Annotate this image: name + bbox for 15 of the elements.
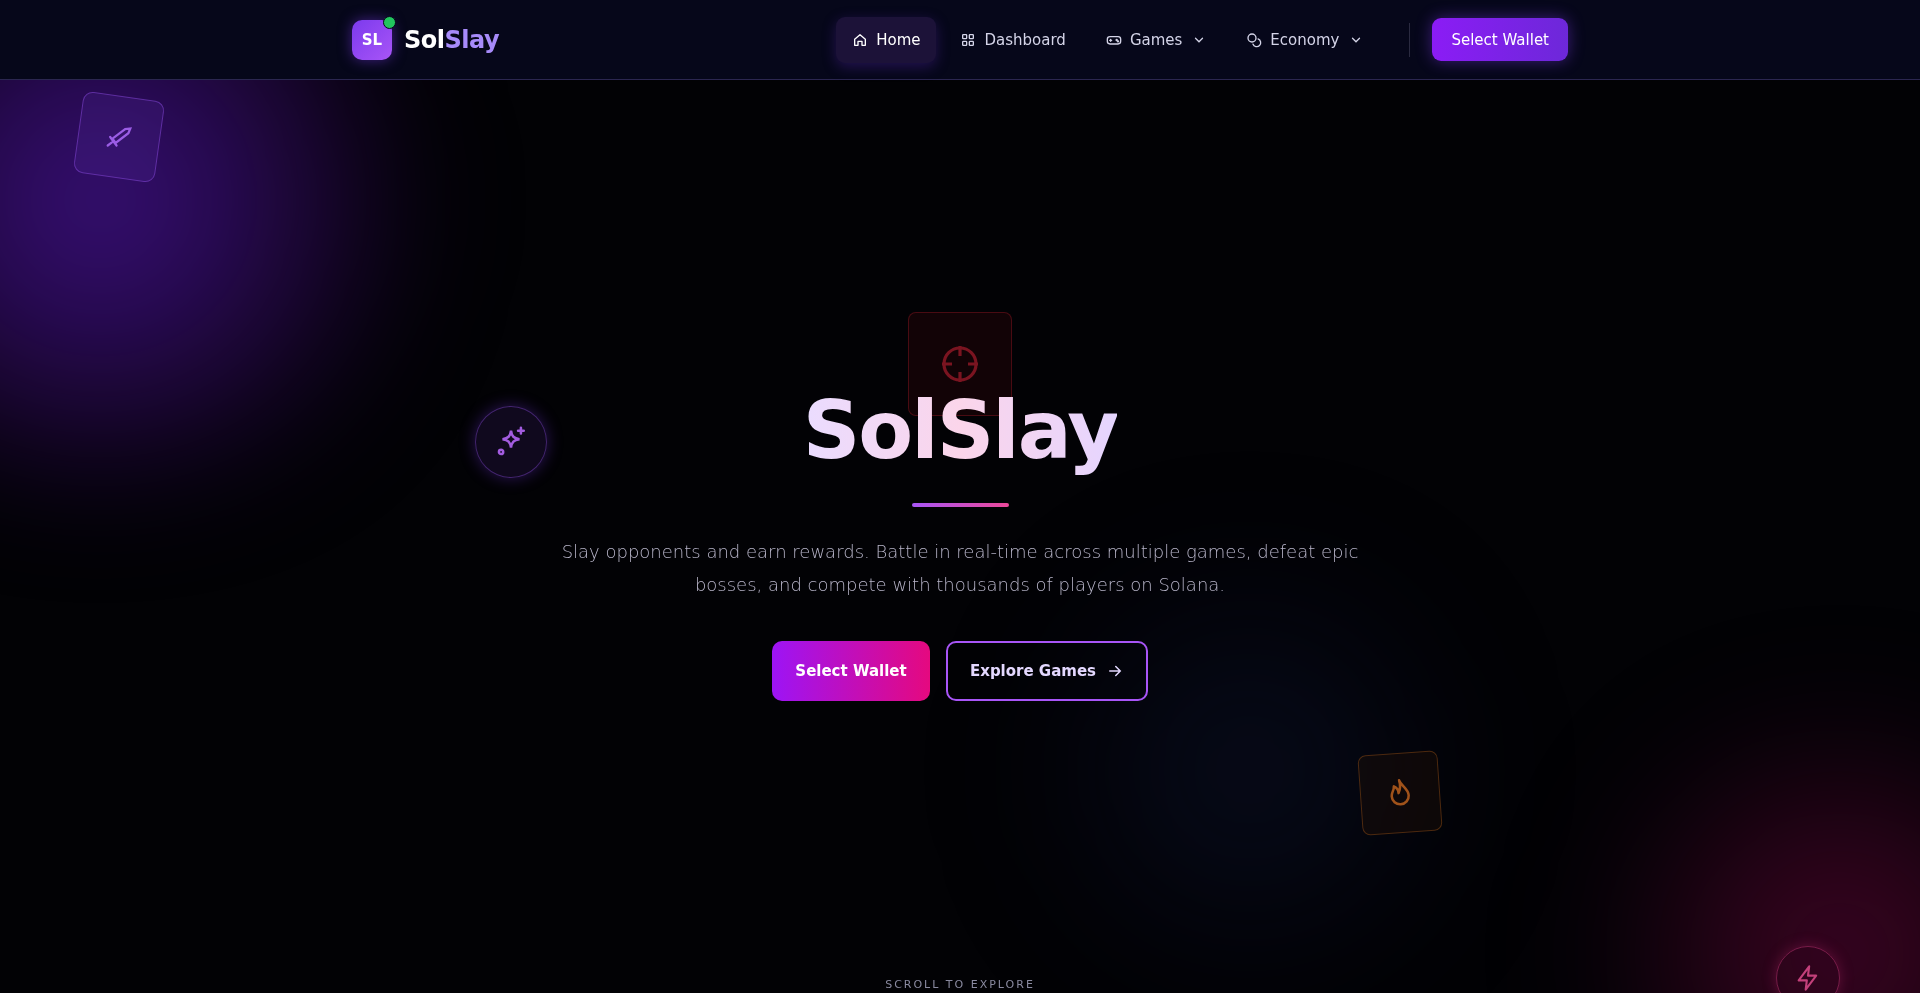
hero-subtitle: Slay opponents and earn rewards. Battle in real-time across multiple games, defeat epic bosses, and compete with thousands of players on Solana. bbox=[560, 540, 1360, 597]
explore-games-button[interactable]: Explore Games bbox=[946, 641, 1148, 701]
sparkles-icon bbox=[475, 406, 547, 478]
brand-name[interactable]: SolSlay bbox=[404, 25, 500, 54]
coins-icon bbox=[1246, 31, 1263, 48]
select-wallet-button[interactable]: Select Wallet bbox=[772, 641, 930, 701]
select-wallet-button[interactable]: Select Wallet bbox=[1432, 18, 1568, 61]
flame-icon bbox=[1357, 750, 1443, 836]
nav-link[interactable]: Games bbox=[1089, 16, 1223, 63]
nav-link[interactable]: Dashboard bbox=[944, 16, 1082, 63]
home-icon bbox=[852, 31, 869, 48]
nav-link[interactable]: Economy bbox=[1230, 16, 1380, 63]
grid-icon bbox=[960, 31, 977, 48]
scroll-hint: SCROLL TO EXPLORE bbox=[885, 978, 1035, 991]
nav-link[interactable]: Home bbox=[836, 16, 937, 63]
